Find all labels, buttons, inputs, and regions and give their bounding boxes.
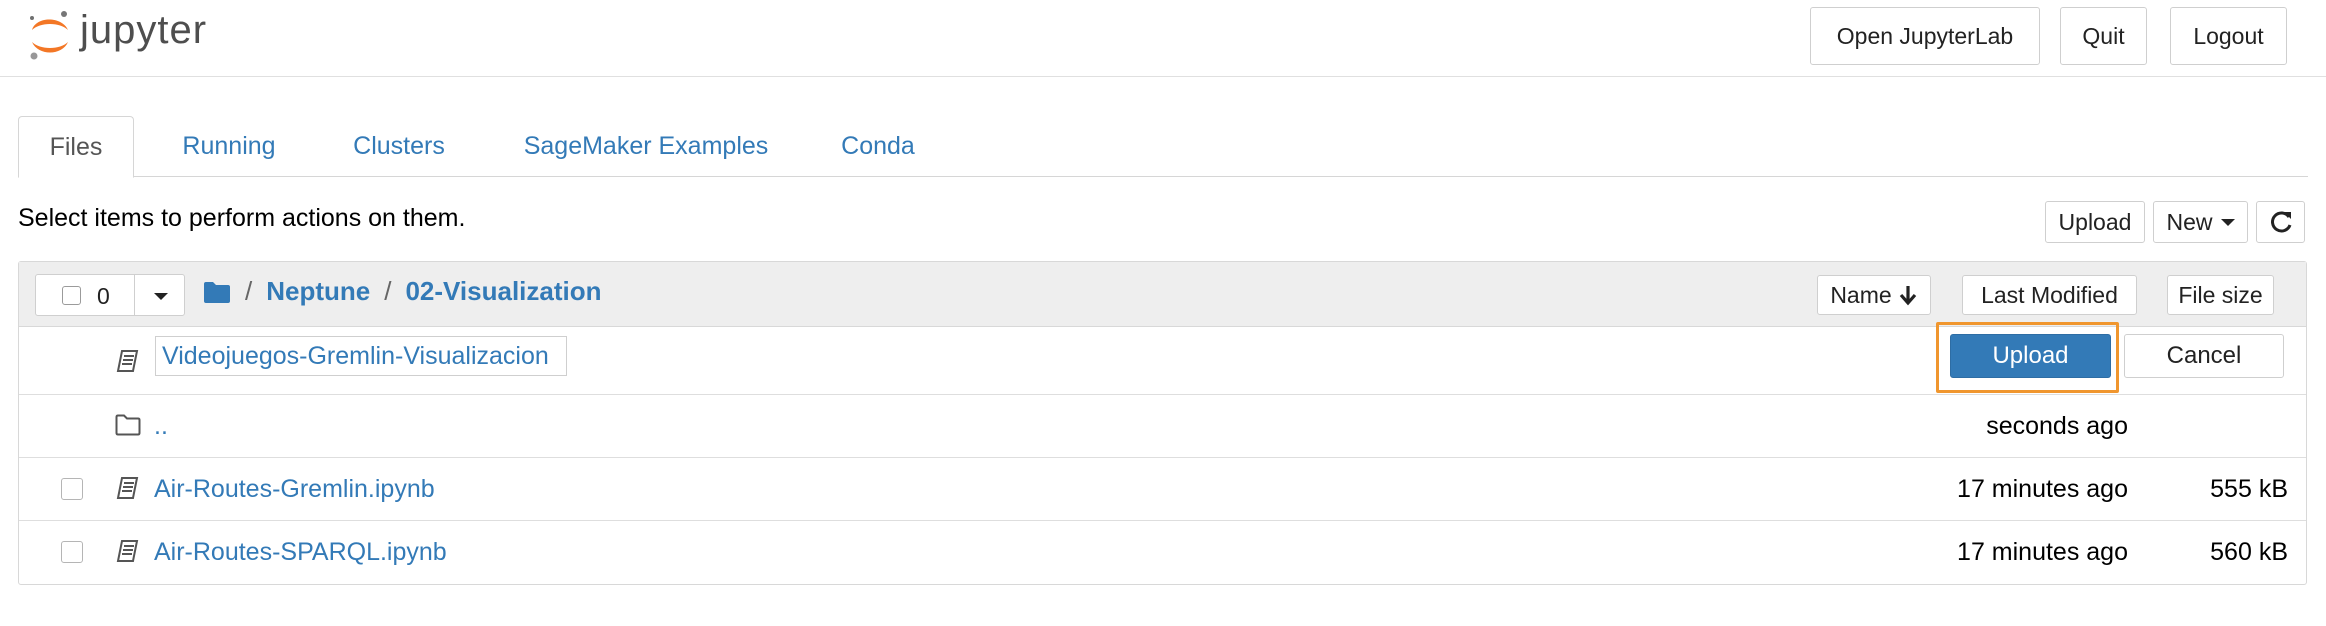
- breadcrumb: / Neptune / 02-Visualization: [203, 276, 602, 307]
- caret-down-icon: [154, 293, 168, 300]
- confirm-upload-button[interactable]: Upload: [1950, 334, 2111, 378]
- new-label: New: [2166, 208, 2213, 235]
- item-modified: seconds ago: [1986, 412, 2128, 440]
- open-jupyterlab-button[interactable]: Open JupyterLab: [1810, 7, 2040, 65]
- new-dropdown-button[interactable]: New: [2153, 201, 2248, 243]
- item-modified: 17 minutes ago: [1957, 475, 2128, 503]
- item-checkbox[interactable]: [61, 478, 83, 500]
- tab-files[interactable]: Files: [18, 116, 134, 178]
- list-item[interactable]: .. seconds ago: [19, 395, 2306, 458]
- logout-button[interactable]: Logout: [2170, 7, 2287, 65]
- folder-outline-icon: [115, 414, 141, 436]
- folder-icon[interactable]: [203, 280, 231, 304]
- sort-by-file-size-button[interactable]: File size: [2167, 275, 2274, 315]
- tab-running[interactable]: Running: [154, 116, 304, 177]
- quit-button[interactable]: Quit: [2060, 7, 2147, 65]
- pending-upload-row: Upload Cancel: [19, 322, 2306, 395]
- item-modified: 17 minutes ago: [1957, 538, 2128, 566]
- item-link[interactable]: Air-Routes-SPARQL.ipynb: [154, 538, 447, 567]
- sort-name-label: Name: [1830, 281, 1892, 308]
- item-size: 555 kB: [2210, 475, 2288, 503]
- selected-count: 0: [97, 283, 110, 309]
- tab-sagemaker-examples[interactable]: SageMaker Examples: [496, 116, 796, 177]
- chevron-down-icon: [2220, 218, 2235, 226]
- select-all-checkbox[interactable]: [62, 286, 81, 305]
- select-menu-dropdown[interactable]: [134, 275, 186, 315]
- breadcrumb-separator: /: [384, 276, 392, 306]
- breadcrumb-separator: /: [245, 276, 253, 306]
- breadcrumb-02-visualization[interactable]: 02-Visualization: [405, 276, 601, 307]
- logo-text: jupyter: [80, 8, 208, 52]
- item-size: 560 kB: [2210, 538, 2288, 566]
- item-checkbox[interactable]: [61, 541, 83, 563]
- breadcrumb-neptune[interactable]: Neptune: [266, 276, 370, 307]
- notebook-icon: [116, 477, 139, 499]
- selection-hint: Select items to perform actions on them.: [18, 204, 466, 232]
- refresh-icon: [2270, 211, 2291, 233]
- list-item[interactable]: Air-Routes-Gremlin.ipynb 17 minutes ago …: [19, 458, 2306, 521]
- item-link[interactable]: Air-Routes-Gremlin.ipynb: [154, 475, 435, 504]
- header: jupyter Open JupyterLab Quit Logout: [0, 0, 2326, 77]
- upload-filename-input[interactable]: [155, 336, 567, 376]
- sort-by-name-button[interactable]: Name: [1817, 275, 1931, 315]
- arrow-down-icon: [1899, 286, 1916, 306]
- refresh-button[interactable]: [2256, 201, 2305, 243]
- tab-bar: Files Running Clusters SageMaker Example…: [18, 116, 2308, 178]
- select-all-control[interactable]: 0: [35, 274, 185, 316]
- file-list: 0 / Neptune / 02-Visualization Name Last…: [18, 261, 2307, 585]
- tab-clusters[interactable]: Clusters: [324, 116, 474, 177]
- jupyter-logo[interactable]: jupyter: [26, 8, 276, 64]
- tab-conda[interactable]: Conda: [818, 116, 938, 177]
- list-item[interactable]: Air-Routes-SPARQL.ipynb 17 minutes ago 5…: [19, 521, 2306, 584]
- notebook-icon: [116, 350, 139, 372]
- jupyter-logo-icon: [30, 11, 68, 60]
- upload-button[interactable]: Upload: [2045, 201, 2145, 243]
- cancel-upload-button[interactable]: Cancel: [2124, 334, 2284, 378]
- item-link-parent[interactable]: ..: [154, 412, 168, 441]
- sort-by-last-modified-button[interactable]: Last Modified: [1962, 275, 2137, 315]
- file-list-header: 0 / Neptune / 02-Visualization Name Last…: [19, 262, 2306, 327]
- notebook-icon: [116, 540, 139, 562]
